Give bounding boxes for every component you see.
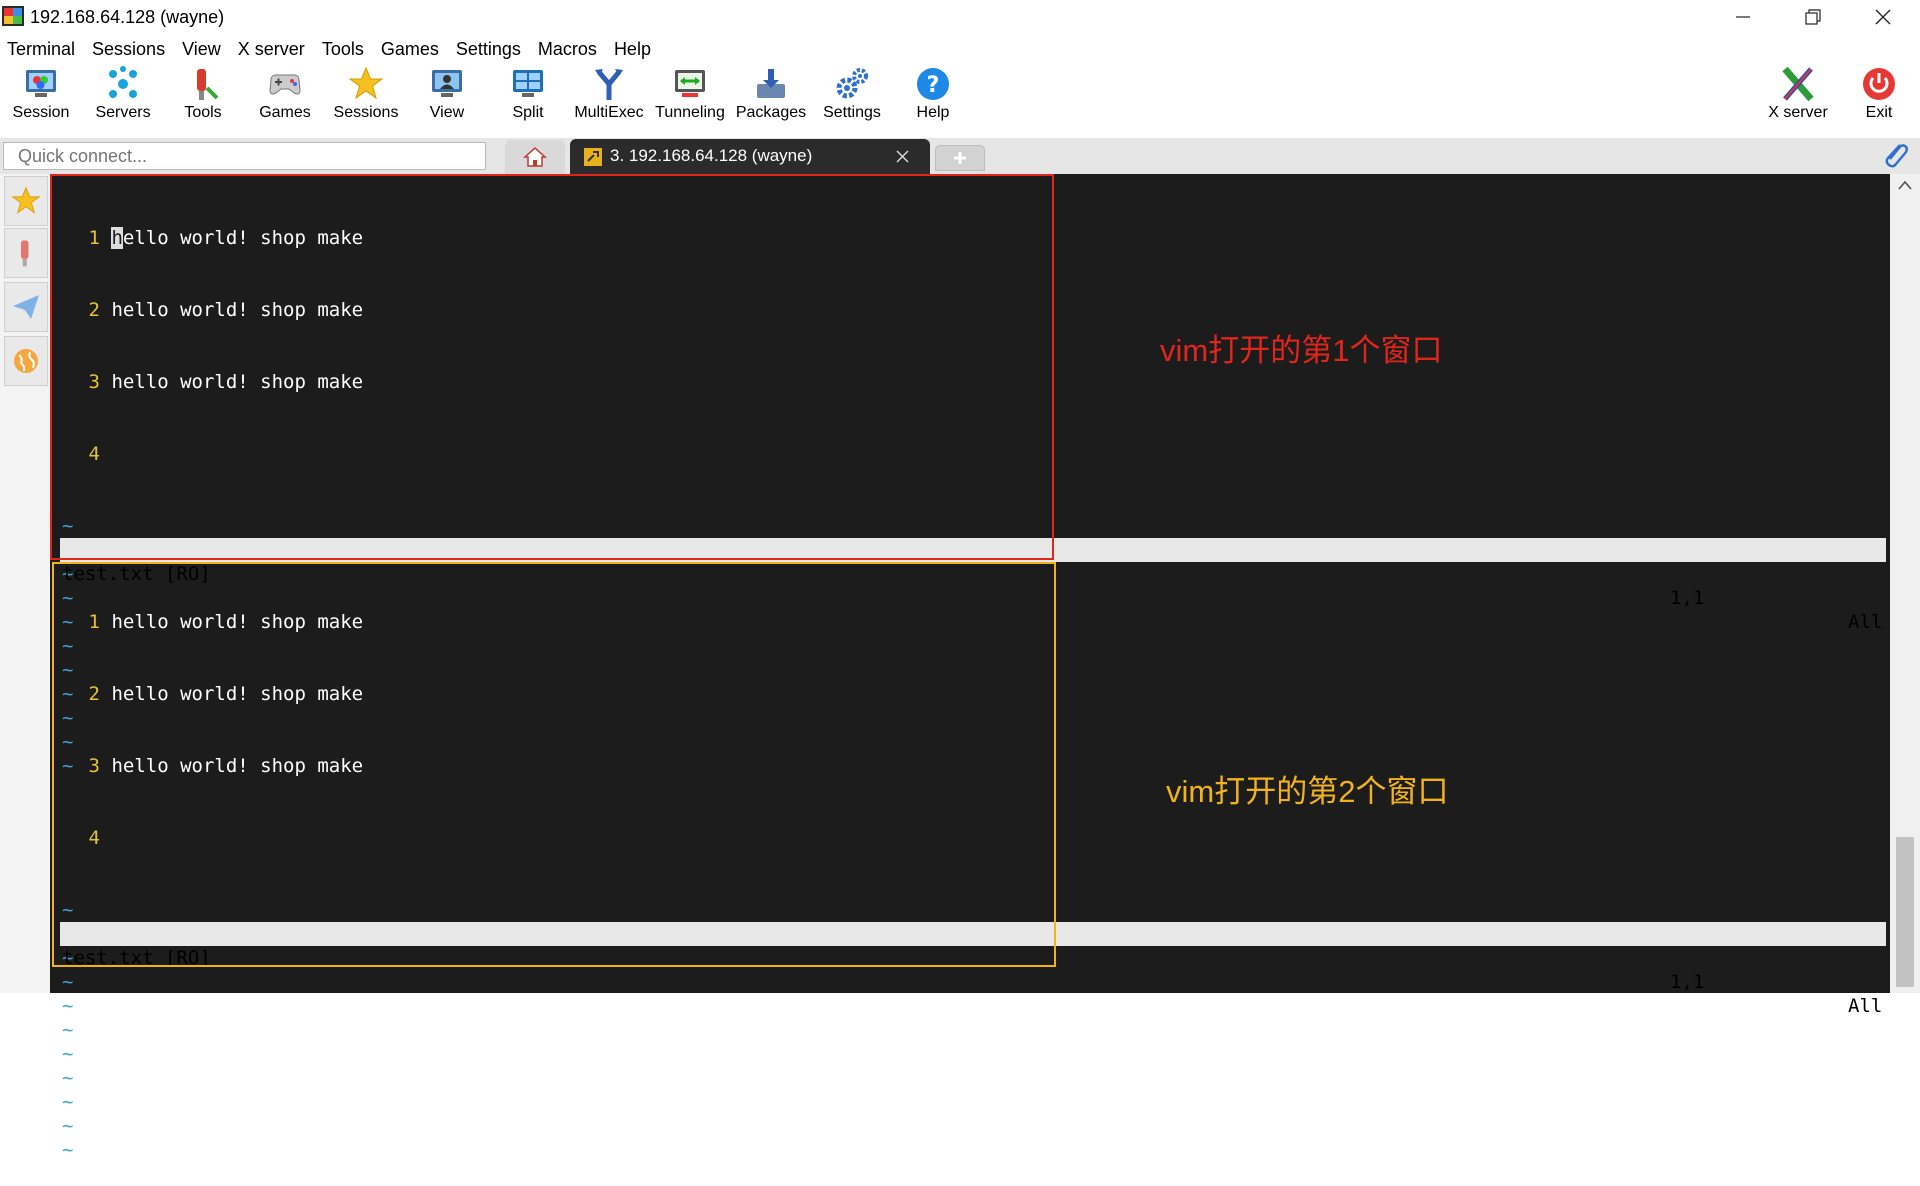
window-title: 192.168.64.128 (wayne) xyxy=(30,7,225,27)
toolbar-xserver-button[interactable]: X server xyxy=(1758,64,1838,130)
toolbar-view-label: View xyxy=(429,104,465,121)
restore-icon xyxy=(1805,9,1821,25)
view-icon xyxy=(432,70,462,97)
menu-bar: Terminal Sessions View X server Tools Ga… xyxy=(0,36,661,62)
toolbar-tools-button[interactable]: Tools xyxy=(163,64,243,130)
annotation-label-pane-2: vim打开的第2个窗口 xyxy=(1166,774,1449,809)
toolbar-view-button[interactable]: View xyxy=(407,64,487,130)
split-icon xyxy=(513,70,543,97)
toolbar-split-label: Split xyxy=(512,104,544,121)
session-icon xyxy=(26,70,56,97)
annotation-label-pane-1: vim打开的第1个窗口 xyxy=(1160,333,1443,368)
toolbar-servers-button[interactable]: Servers xyxy=(83,64,163,130)
toolbar-tunneling-button[interactable]: Tunneling xyxy=(650,64,730,130)
tilde-marker: ~ xyxy=(62,1019,74,1041)
toolbar-multiexec-button[interactable]: MultiExec xyxy=(569,64,649,130)
new-tab-button[interactable] xyxy=(935,145,985,171)
tilde-marker: ~ xyxy=(62,1091,74,1113)
sidebar-macros-button[interactable] xyxy=(4,282,48,332)
toolbar-settings-label: Settings xyxy=(823,104,881,121)
toolbar-split-button[interactable]: Split xyxy=(488,64,568,130)
tab-title: 3. 192.168.64.128 (wayne) xyxy=(610,146,813,165)
help-icon: ? xyxy=(917,68,949,100)
star-icon xyxy=(11,186,41,214)
tilde-marker: ~ xyxy=(62,1115,74,1137)
toolbar-settings-button[interactable]: Settings xyxy=(812,64,892,130)
annotation-box-pane-1 xyxy=(50,174,1054,560)
toolbar-session-button[interactable]: Session xyxy=(1,64,81,130)
svg-text:?: ? xyxy=(927,73,940,98)
menu-terminal[interactable]: Terminal xyxy=(0,36,85,62)
toolbar-tunneling-label: Tunneling xyxy=(655,104,725,121)
home-icon xyxy=(523,146,547,167)
toolbar-xserver-label: X server xyxy=(1768,104,1828,121)
tilde-marker: ~ xyxy=(62,994,1884,1018)
toolbar-multiexec-label: MultiExec xyxy=(574,104,644,121)
mobaxterm-app-icon xyxy=(2,6,24,26)
close-icon xyxy=(1875,9,1891,25)
globe-icon xyxy=(14,349,38,373)
toolbar-exit-label: Exit xyxy=(1865,104,1893,121)
close-window-button[interactable] xyxy=(1853,0,1913,34)
multiexec-fork-icon xyxy=(595,69,623,100)
tab-session-3[interactable]: 3. 192.168.64.128 (wayne) xyxy=(570,139,930,174)
menu-x-server[interactable]: X server xyxy=(231,36,315,62)
home-tab[interactable] xyxy=(505,140,565,174)
sidebar-tools-button[interactable] xyxy=(4,228,48,278)
menu-tools[interactable]: Tools xyxy=(315,36,374,62)
attachment-paperclip-icon[interactable] xyxy=(1880,140,1910,170)
toolbar-exit-button[interactable]: Exit xyxy=(1839,64,1919,130)
tilde-marker: ~ xyxy=(62,1043,74,1065)
servers-icon xyxy=(109,66,137,98)
annotation-box-pane-2 xyxy=(52,562,1056,967)
toolbar-sessions-button[interactable]: Sessions xyxy=(326,64,406,130)
minimize-icon xyxy=(1736,16,1750,18)
toolbar-help-button[interactable]: ? Help xyxy=(893,64,973,130)
toolbar-sessions-label: Sessions xyxy=(333,104,399,121)
power-icon xyxy=(1863,68,1895,100)
toolbar-servers-label: Servers xyxy=(95,104,151,121)
toolbar-tools-label: Tools xyxy=(184,104,222,121)
tilde-marker: ~ xyxy=(62,970,1884,994)
quick-connect-input[interactable] xyxy=(3,142,486,170)
sidebar-sftp-button[interactable] xyxy=(4,336,48,386)
gamepad-icon xyxy=(269,74,301,95)
star-icon xyxy=(348,66,384,100)
toolbar-packages-label: Packages xyxy=(735,104,807,121)
status-cursor-position: 1,1 xyxy=(1670,971,1705,993)
toolbar-packages-button[interactable]: Packages xyxy=(731,64,811,130)
tools-icon xyxy=(21,240,29,267)
menu-settings[interactable]: Settings xyxy=(449,36,531,62)
status-scroll-position: All xyxy=(1848,995,1883,1017)
toolbar-games-label: Games xyxy=(259,104,311,121)
ssh-session-icon xyxy=(584,148,602,166)
paper-plane-icon xyxy=(13,295,39,319)
title-bar: 192.168.64.128 (wayne) xyxy=(0,0,1920,34)
tunneling-icon xyxy=(675,70,705,97)
toolbar-session-label: Session xyxy=(12,104,70,121)
sidebar-sessions-button[interactable] xyxy=(4,176,48,226)
gear-icon xyxy=(836,68,868,99)
menu-sessions[interactable]: Sessions xyxy=(85,36,175,62)
x-server-icon xyxy=(1782,66,1814,102)
packages-icon xyxy=(757,69,785,98)
tilde-marker: ~ xyxy=(62,1067,74,1089)
scrollbar-thumb[interactable] xyxy=(1896,837,1914,987)
menu-view[interactable]: View xyxy=(175,36,231,62)
toolbar-help-label: Help xyxy=(916,104,950,121)
minimize-button[interactable] xyxy=(1713,0,1773,34)
tilde-marker: ~ xyxy=(62,1139,74,1161)
tools-icon xyxy=(197,69,219,100)
toolbar-games-button[interactable]: Games xyxy=(245,64,325,130)
menu-macros[interactable]: Macros xyxy=(531,36,607,62)
menu-help[interactable]: Help xyxy=(607,36,661,62)
scroll-up-arrow-icon[interactable] xyxy=(1898,180,1912,190)
restore-button[interactable] xyxy=(1783,0,1843,34)
menu-games[interactable]: Games xyxy=(374,36,449,62)
close-tab-icon[interactable] xyxy=(896,150,909,163)
plus-icon xyxy=(954,152,966,164)
